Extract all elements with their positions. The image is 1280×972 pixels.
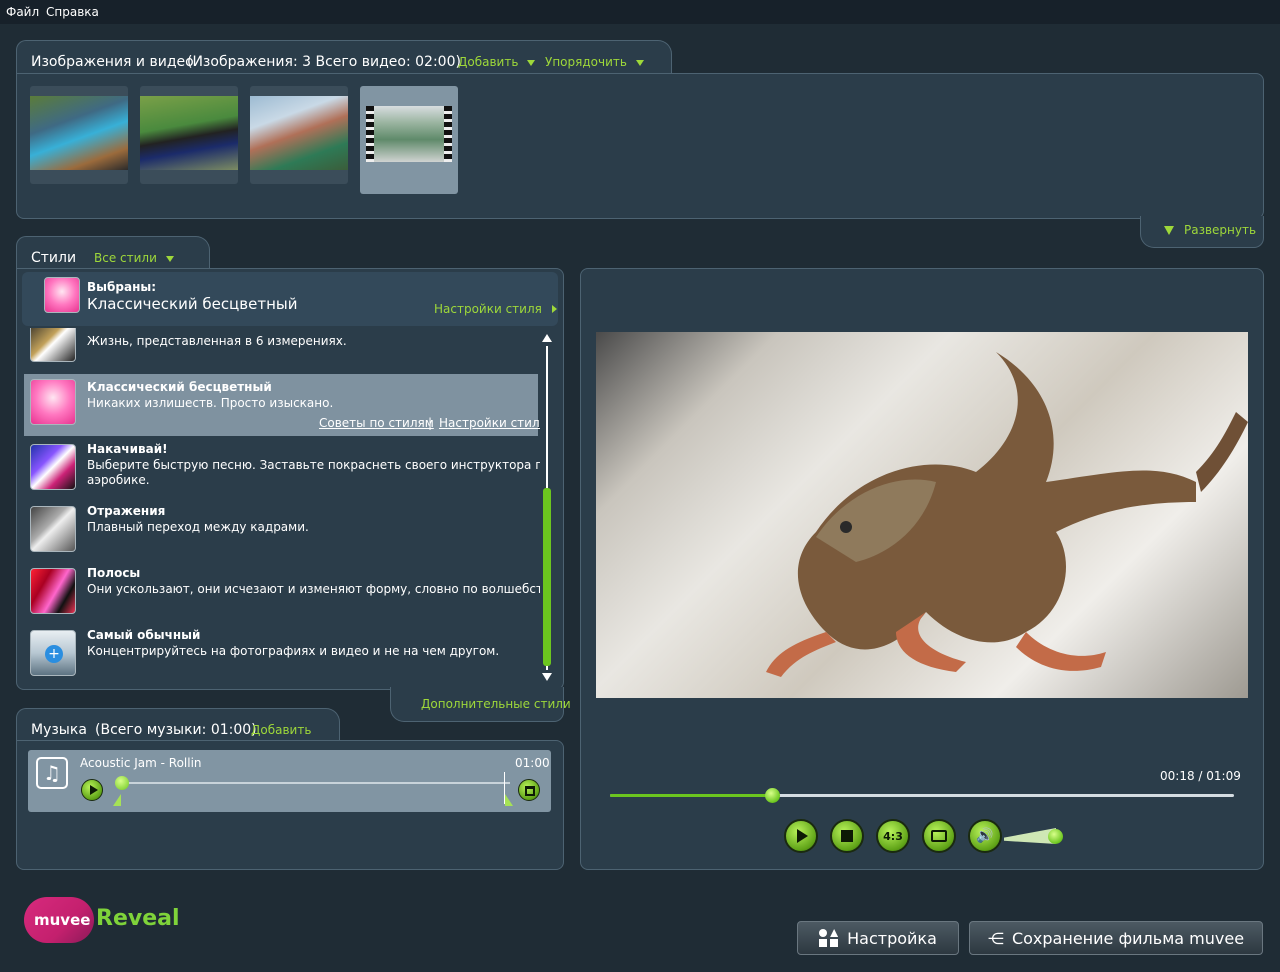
style-tips-link[interactable]: Советы по стилям	[319, 416, 434, 430]
style-desc: Никаких излишеств. Просто изыскано.	[87, 396, 334, 410]
preview-time: 00:18 / 01:09	[1160, 769, 1241, 783]
media-title: Изображения и видео	[31, 54, 194, 70]
selected-style-name: Классический бесцветный	[87, 295, 298, 313]
music-track-name: Acoustic Jam - Rollin	[80, 756, 202, 770]
music-play-button[interactable]	[81, 779, 103, 801]
style-name: Отражения	[87, 504, 166, 518]
expand-button[interactable]: Развернуть	[1164, 223, 1256, 237]
aspect-ratio-label: 4:3	[883, 829, 903, 843]
iguana-image	[766, 352, 1248, 677]
video-image	[366, 106, 452, 162]
preview-play-button[interactable]	[784, 819, 818, 853]
media-add-button[interactable]: Добавить	[458, 55, 536, 69]
settings-button[interactable]: Настройка	[797, 921, 959, 955]
style-desc: Выберите быструю песню. Заставьте покрас…	[87, 458, 540, 472]
save-movie-label: Сохранение фильма muvee	[1011, 928, 1245, 948]
style-desc: Плавный переход между кадрами.	[87, 520, 309, 534]
trim-end-line	[504, 772, 505, 804]
media-thumbnail[interactable]	[250, 86, 348, 184]
photo-image	[140, 96, 238, 170]
separator: |	[428, 416, 433, 430]
ice-cream-icon	[44, 277, 80, 313]
ice-cream-icon	[30, 379, 76, 425]
photo-image	[250, 96, 348, 170]
aspect-ratio-button[interactable]: 4:3	[876, 819, 910, 853]
styles-title: Стили	[31, 250, 77, 266]
photo-image	[30, 96, 128, 170]
share-icon: ⋲	[987, 928, 1004, 948]
media-thumbnail[interactable]	[30, 86, 128, 184]
media-arrange-button[interactable]: Упорядочить	[545, 55, 644, 69]
style-pump-icon[interactable]	[30, 444, 76, 490]
trash-icon	[525, 786, 535, 796]
preview-video[interactable]	[596, 332, 1248, 698]
style-name: Полосы	[87, 566, 141, 580]
menu-help[interactable]: Справка	[46, 5, 99, 19]
scroll-up-icon[interactable]	[542, 334, 552, 342]
style-desc-continued: аэробике.	[87, 473, 150, 487]
media-thumbnail[interactable]	[140, 86, 238, 184]
more-styles-button[interactable]: Дополнительные стили	[421, 697, 571, 711]
style-6d-icon	[30, 328, 76, 362]
style-name: Самый обычный	[87, 628, 201, 642]
dropdown-arrow-icon	[635, 59, 644, 66]
music-position-handle[interactable]	[115, 776, 129, 790]
dropdown-arrow-icon	[527, 59, 536, 66]
arrow-down-icon	[1164, 226, 1174, 235]
play-icon	[90, 785, 98, 795]
speaker-icon: 🔊	[976, 828, 994, 844]
plus-icon: +	[45, 645, 63, 663]
menu-file[interactable]: Файл	[6, 5, 39, 19]
film-strip-icon	[366, 106, 374, 162]
scroll-down-icon[interactable]	[542, 673, 552, 681]
settings-label: Настройка	[847, 928, 937, 948]
style-settings-link[interactable]: Настройки стиля	[439, 416, 540, 430]
media-summary: (Изображения: 3 Всего видео: 02:00)	[187, 54, 461, 70]
all-styles-button[interactable]: Все стили	[94, 251, 174, 265]
style-settings-button[interactable]: Настройки стиля	[434, 302, 557, 316]
dropdown-arrow-icon	[165, 255, 174, 262]
selected-label: Выбраны:	[87, 280, 157, 294]
media-thumbnail-selected[interactable]	[360, 86, 458, 194]
preview-seek-progress	[610, 794, 773, 797]
stop-icon	[841, 830, 853, 842]
style-list: Жизнь, представленная в 6 измерениях. Кл…	[22, 328, 540, 684]
style-plain-icon[interactable]: +	[30, 630, 76, 676]
scroll-thumb[interactable]	[543, 488, 551, 666]
style-desc: Они ускользают, они исчезают и изменяют …	[87, 582, 540, 596]
muvee-logo: muvee	[24, 897, 94, 943]
volume-handle[interactable]	[1048, 829, 1063, 844]
save-movie-button[interactable]: ⋲ Сохранение фильма muvee	[969, 921, 1263, 955]
play-icon	[797, 829, 808, 843]
style-name: Классический бесцветный	[87, 380, 272, 394]
music-track-duration: 01:00	[515, 756, 550, 770]
preview-stop-button[interactable]	[830, 819, 864, 853]
style-desc: Концентрируйтесь на фотографиях и видео …	[87, 644, 500, 658]
film-strip-icon	[444, 106, 452, 162]
music-summary: (Всего музыки: 01:00)	[95, 722, 257, 738]
fullscreen-icon	[931, 830, 947, 842]
style-reflections-icon[interactable]	[30, 506, 76, 552]
music-title: Музыка	[31, 722, 87, 738]
music-delete-button[interactable]	[518, 779, 540, 801]
menu-bar: Файл Справка	[0, 0, 1280, 24]
music-trim-track[interactable]	[116, 782, 510, 784]
music-add-button[interactable]: Добавить	[251, 723, 311, 737]
style-stripes-icon[interactable]	[30, 568, 76, 614]
logo-reveal-text: Reveal	[96, 906, 180, 931]
volume-button[interactable]: 🔊	[968, 819, 1002, 853]
style-list-scrollbar[interactable]	[541, 332, 553, 684]
music-note-icon: ♫	[36, 757, 68, 789]
logo-muvee-text: muvee	[34, 911, 91, 929]
shapes-icon	[819, 929, 839, 947]
style-desc: Жизнь, представленная в 6 измерениях.	[87, 334, 347, 348]
chevron-right-icon	[551, 305, 557, 313]
fullscreen-button[interactable]	[922, 819, 956, 853]
style-name: Накачивай!	[87, 442, 168, 456]
